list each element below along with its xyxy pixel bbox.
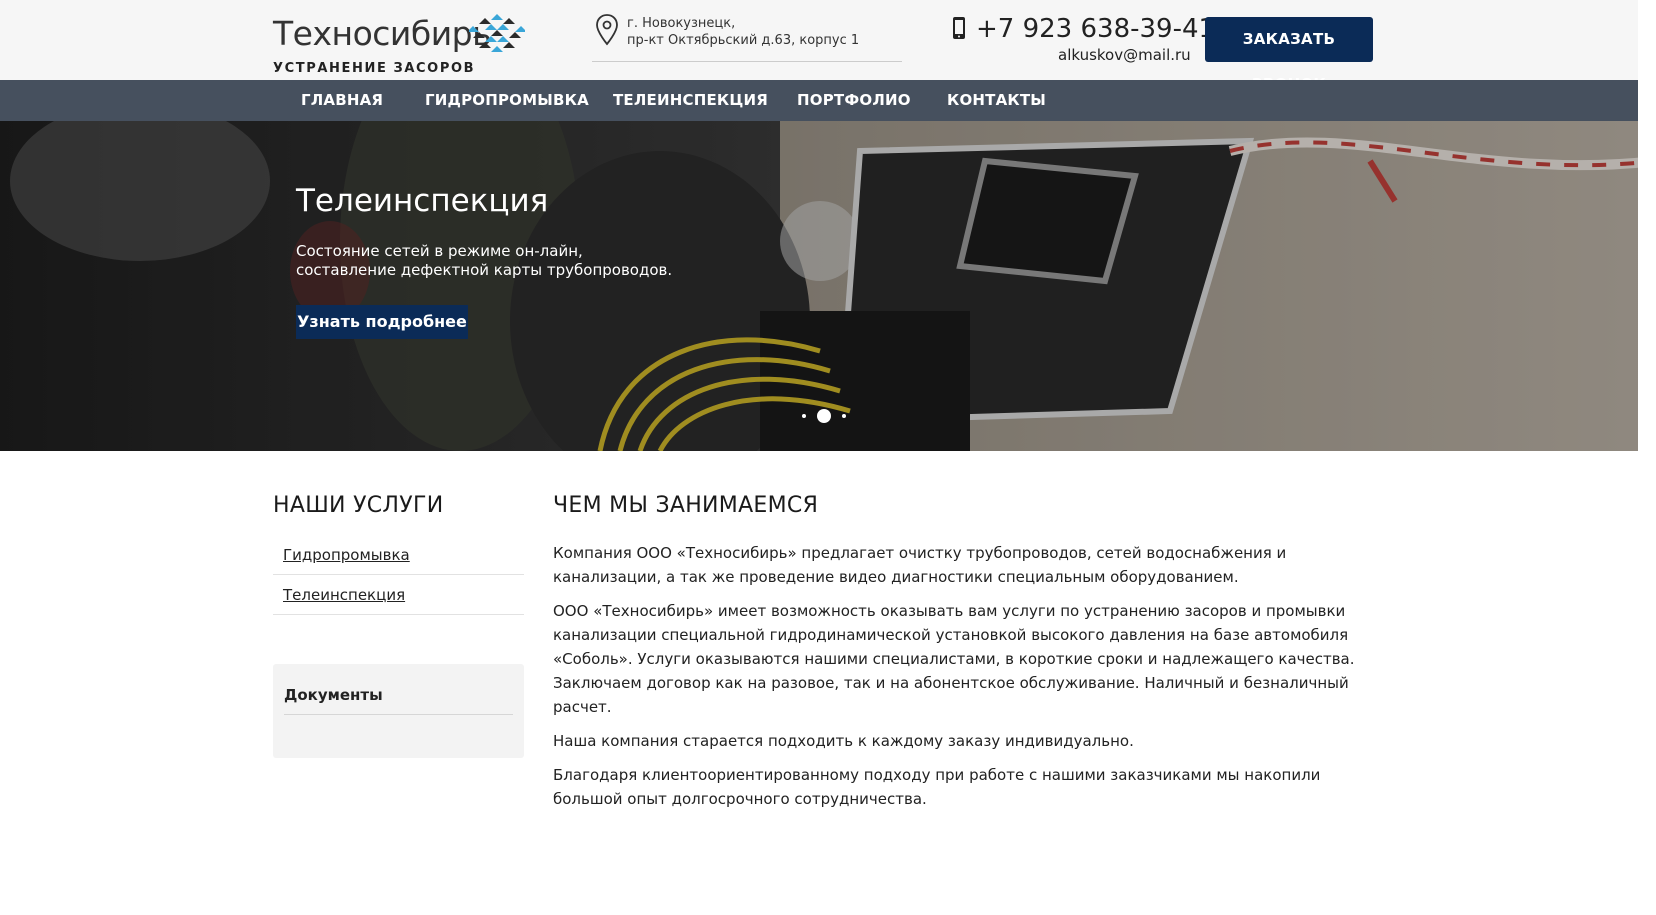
snowflake-logo-icon xyxy=(469,14,525,52)
service-link-label[interactable]: Телеинспекция xyxy=(283,586,405,604)
main-nav: ГЛАВНАЯ ГИДРОПРОМЫВКА ТЕЛЕИНСПЕКЦИЯ ПОРТ… xyxy=(0,80,1656,121)
about-paragraph: ООО «Техносибирь» имеет возможность оказ… xyxy=(553,602,1355,716)
logo-text: Техносибирь xyxy=(273,14,492,53)
slider-dot-3[interactable] xyxy=(842,414,846,418)
address-city: г. Новокузнецк, xyxy=(627,16,736,31)
mobile-phone-icon xyxy=(953,17,965,39)
about-paragraph: Компания ООО «Техносибирь» предлагает оч… xyxy=(553,544,1287,586)
documents-title: Документы xyxy=(284,686,383,704)
nav-item-portfolio[interactable]: ПОРТФОЛИО xyxy=(797,80,911,121)
slider-dot-2-active[interactable] xyxy=(817,409,831,423)
nav-item-home[interactable]: ГЛАВНАЯ xyxy=(301,80,383,121)
hero-title: Телеинспекция xyxy=(296,183,549,219)
nav-item-contacts[interactable]: КОНТАКТЫ xyxy=(947,80,1046,121)
slider-dot-1[interactable] xyxy=(802,414,806,418)
email-link[interactable]: alkuskov@mail.ru xyxy=(1058,46,1191,64)
service-link-label[interactable]: Гидропромывка xyxy=(283,546,410,564)
location-pin-icon xyxy=(596,14,618,46)
address-text: г. Новокузнецк, пр-кт Октябрьский д.63, … xyxy=(627,15,859,49)
hero-slider: Телеинспекция Состояние сетей в режиме о… xyxy=(0,121,1656,451)
divider xyxy=(284,714,513,715)
logo[interactable]: Техносибирь xyxy=(273,14,525,55)
site-header: Техносибирь УСТРАНЕНИЕ ЗАСОРОВ г. Новоку… xyxy=(0,0,1656,93)
nav-item-hydroflushing[interactable]: ГИДРОПРОМЫВКА xyxy=(425,80,589,121)
address-block: г. Новокузнецк, пр-кт Октябрьский д.63, … xyxy=(592,12,902,62)
nav-item-teleinspection[interactable]: ТЕЛЕИНСПЕКЦИЯ xyxy=(613,80,768,121)
tagline: УСТРАНЕНИЕ ЗАСОРОВ xyxy=(273,61,476,76)
documents-box: Документы xyxy=(273,664,524,758)
learn-more-button[interactable]: Узнать подробнее xyxy=(296,305,468,339)
about-text: Компания ООО «Техносибирь» предлагает оч… xyxy=(553,541,1383,821)
address-street: пр-кт Октябрьский д.63, корпус 1 xyxy=(627,33,860,48)
page-edge xyxy=(1638,0,1656,915)
phone-number[interactable]: +7 923 638-39-41 xyxy=(976,14,1215,44)
service-link-hydroflushing[interactable]: Гидропромывка xyxy=(273,534,524,575)
hero-background-image xyxy=(0,121,1656,451)
services-title: НАШИ УСЛУГИ xyxy=(273,493,444,518)
hero-subtitle: Состояние сетей в режиме он-лайн, состав… xyxy=(296,242,673,279)
order-call-button[interactable]: ЗАКАЗАТЬ ЗВОНОК xyxy=(1205,17,1373,93)
about-paragraph: Благодаря клиентоориентированному подход… xyxy=(553,766,1321,808)
about-title: ЧЕМ МЫ ЗАНИМАЕМСЯ xyxy=(553,493,819,518)
service-link-teleinspection[interactable]: Телеинспекция xyxy=(273,574,524,615)
about-paragraph: Наша компания старается подходить к кажд… xyxy=(553,732,1134,750)
